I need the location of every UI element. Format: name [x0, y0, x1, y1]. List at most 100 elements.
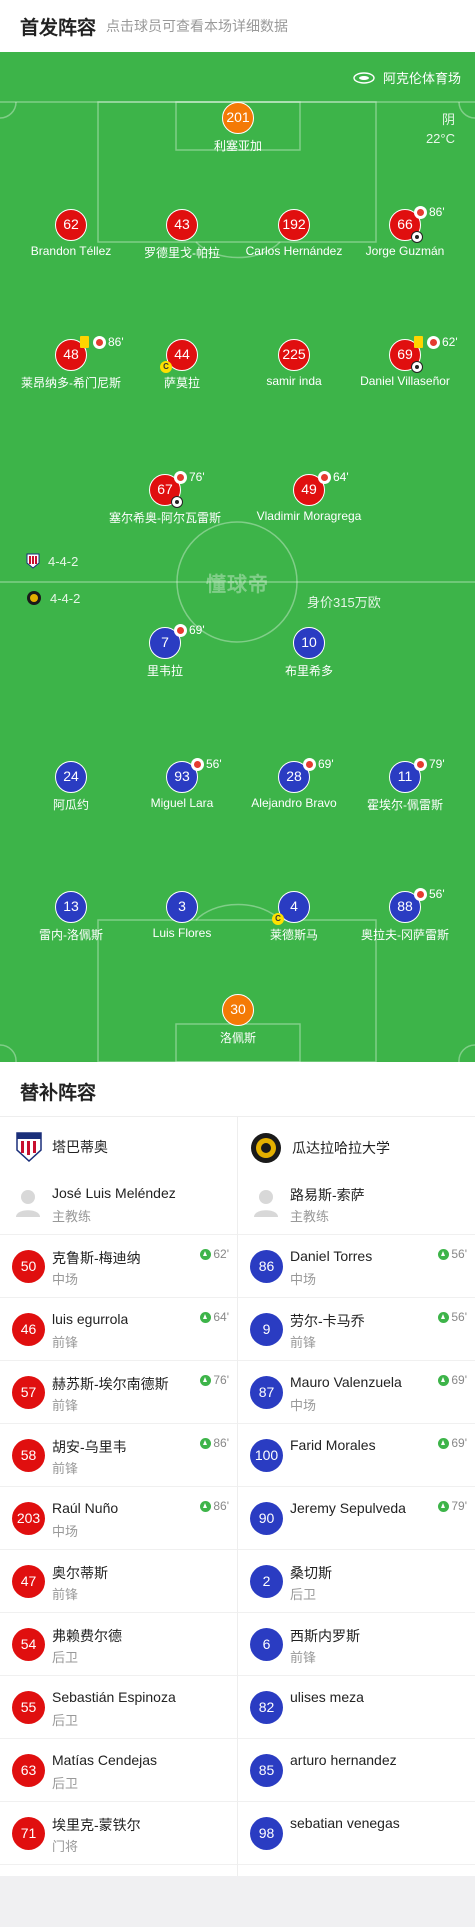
player-away[interactable]: 7 69' 里韦拉: [117, 623, 213, 685]
player-away[interactable]: 3 Luis Flores: [134, 891, 230, 949]
player-away[interactable]: 4 C 莱德斯马: [246, 891, 342, 949]
player-name: 罗德里戈-帕拉: [144, 246, 220, 260]
player-position: 中场: [290, 1398, 317, 1413]
sub-player-row[interactable]: 71 埃里克-蒙铁尔 门将: [0, 1802, 237, 1865]
sub-out-marker: 69': [174, 623, 205, 637]
sub-out-marker: 62': [414, 335, 458, 349]
player-position: 中场: [290, 1272, 317, 1287]
player-away[interactable]: 88 56' 奥拉夫-冈萨雷斯: [357, 887, 453, 949]
sub-player-row[interactable]: 85 arturo hernandez: [238, 1739, 475, 1802]
coach-avatar-icon: [254, 1190, 278, 1217]
sub-player-row[interactable]: 58 胡安-乌里韦 前锋 86': [0, 1424, 237, 1487]
player-home[interactable]: 69 62' Daniel Villaseñor: [357, 335, 458, 397]
player-name: Jeremy Sepulveda: [290, 1500, 406, 1516]
sub-in-icon: [200, 1248, 212, 1260]
watermark-logo: 懂球帝: [206, 574, 269, 596]
home-subs-list: José Luis Meléndez 主教练 50 克鲁斯-梅迪纳 中场 62'…: [0, 1172, 237, 1865]
player-home-gk[interactable]: 201 利塞亚加: [190, 102, 286, 160]
player-name: luis egurrola: [52, 1311, 129, 1327]
sub-in-icon: [438, 1437, 450, 1449]
player-number: 9: [250, 1313, 283, 1346]
player-number: 62: [55, 209, 87, 241]
player-name: 赫苏斯-埃尔南德斯: [52, 1376, 169, 1392]
player-number: 54: [12, 1628, 45, 1661]
sub-minute: 56': [429, 887, 445, 901]
sub-in-marker: 69': [438, 1436, 467, 1450]
player-away[interactable]: 28 69' Alejandro Bravo: [246, 757, 342, 819]
sub-in-icon: [438, 1500, 450, 1512]
sub-player-row[interactable]: 87 Mauro Valenzuela 中场 69': [238, 1361, 475, 1424]
sub-player-row[interactable]: 98 sebatian venegas: [238, 1802, 475, 1865]
player-number: 82: [250, 1691, 283, 1724]
sub-in-minute: 64': [213, 1310, 229, 1324]
sub-player-row[interactable]: 86 Daniel Torres 中场 56': [238, 1235, 475, 1298]
away-team-badge-icon: [27, 591, 41, 605]
player-home[interactable]: 66 86' Jorge Guzmán: [357, 205, 453, 267]
player-home[interactable]: 67 76' 塞尔希奥-阿尔瓦雷斯: [109, 470, 221, 532]
player-away-gk[interactable]: 30 洛佩斯: [190, 994, 286, 1052]
player-name: 克鲁斯-梅迪纳: [52, 1250, 141, 1266]
player-away[interactable]: 13 雷内-洛佩斯: [23, 891, 119, 949]
sub-minute: 64': [333, 470, 349, 484]
sub-player-row[interactable]: 100 Farid Morales 69': [238, 1424, 475, 1487]
sub-minute: 86': [429, 205, 445, 219]
sub-player-row[interactable]: 54 弗赖费尔德 后卫: [0, 1613, 237, 1676]
sub-player-row[interactable]: 6 西斯内罗斯 前锋: [238, 1613, 475, 1676]
player-name: 利塞亚加: [213, 139, 262, 153]
sub-player-row[interactable]: 82 ulises meza: [238, 1676, 475, 1739]
player-away[interactable]: 10 布里希多: [261, 627, 357, 685]
player-home[interactable]: 192 Carlos Hernández: [246, 209, 342, 267]
sub-player-row[interactable]: 2 桑切斯 后卫: [238, 1550, 475, 1613]
sub-out-icon: [191, 757, 204, 771]
sub-minute: 76': [189, 470, 205, 484]
player-position: 中场: [52, 1524, 79, 1539]
sub-player-row[interactable]: 57 赫苏斯-埃尔南德斯 前锋 76': [0, 1361, 237, 1424]
sub-in-marker: 86': [200, 1436, 229, 1450]
player-name: 奥尔蒂斯: [52, 1565, 108, 1581]
sub-in-marker: 86': [200, 1499, 229, 1513]
player-home[interactable]: 225 samir inda: [246, 339, 342, 397]
sub-out-marker: 76': [174, 470, 205, 484]
player-away[interactable]: 11 79' 霍埃尔-佩雷斯: [357, 757, 453, 819]
player-away[interactable]: 24 阿瓜约: [23, 761, 119, 819]
sub-minute: 69': [318, 757, 334, 771]
away-coach[interactable]: 路易斯-索萨 主教练: [238, 1172, 475, 1235]
player-home[interactable]: 62 Brandon Téllez: [23, 209, 119, 267]
away-team-badge-icon: [251, 1133, 281, 1163]
player-number: 201: [222, 102, 254, 134]
sub-player-row[interactable]: 50 克鲁斯-梅迪纳 中场 62': [0, 1235, 237, 1298]
player-name: sebatian venegas: [290, 1815, 400, 1831]
player-name: 布里希多: [284, 664, 333, 678]
goal-icon: [411, 231, 423, 243]
player-name: Vladimir Moragrega: [256, 509, 362, 523]
sub-out-marker: 86': [414, 205, 445, 219]
sub-out-icon: [414, 887, 427, 901]
sub-player-row[interactable]: 46 luis egurrola 前锋 64': [0, 1298, 237, 1361]
player-home[interactable]: 49 64' Vladimir Moragrega: [257, 470, 362, 532]
player-name: 洛佩斯: [219, 1031, 256, 1045]
home-coach[interactable]: José Luis Meléndez 主教练: [0, 1172, 237, 1235]
player-number: 225: [278, 339, 310, 371]
home-team-badge-icon: [26, 553, 40, 569]
weather: 阴 22°C: [426, 110, 455, 148]
sub-player-row[interactable]: 55 Sebastián Espinoza 后卫: [0, 1676, 237, 1739]
home-formation: 4-4-2: [26, 553, 78, 569]
sub-minute: 62': [442, 335, 458, 349]
player-position: 前锋: [52, 1398, 79, 1413]
player-name: Luis Flores: [152, 926, 212, 940]
sub-player-row[interactable]: 90 Jeremy Sepulveda 79': [238, 1487, 475, 1550]
player-away[interactable]: 93 56' Miguel Lara: [134, 757, 230, 819]
player-number: 10: [293, 627, 325, 659]
player-name: Sebastián Espinoza: [52, 1689, 176, 1705]
player-home[interactable]: 48 86' 莱昂纳多-希门尼斯: [21, 335, 124, 397]
sub-player-row[interactable]: 47 奥尔蒂斯 前锋: [0, 1550, 237, 1613]
sub-player-row[interactable]: 9 劳尔-卡马乔 前锋 56': [238, 1298, 475, 1361]
player-home[interactable]: 44 C 萨莫拉: [134, 339, 230, 397]
sub-player-row[interactable]: 203 Raúl Nuño 中场 86': [0, 1487, 237, 1550]
sub-player-row[interactable]: 63 Matías Cendejas 后卫: [0, 1739, 237, 1802]
home-team-header: 塔巴蒂奥: [16, 1132, 108, 1162]
sub-out-icon: [414, 757, 427, 771]
player-name: Miguel Lara: [150, 796, 214, 810]
sub-in-icon: [200, 1311, 212, 1323]
player-home[interactable]: 43 罗德里戈-帕拉: [134, 209, 230, 267]
